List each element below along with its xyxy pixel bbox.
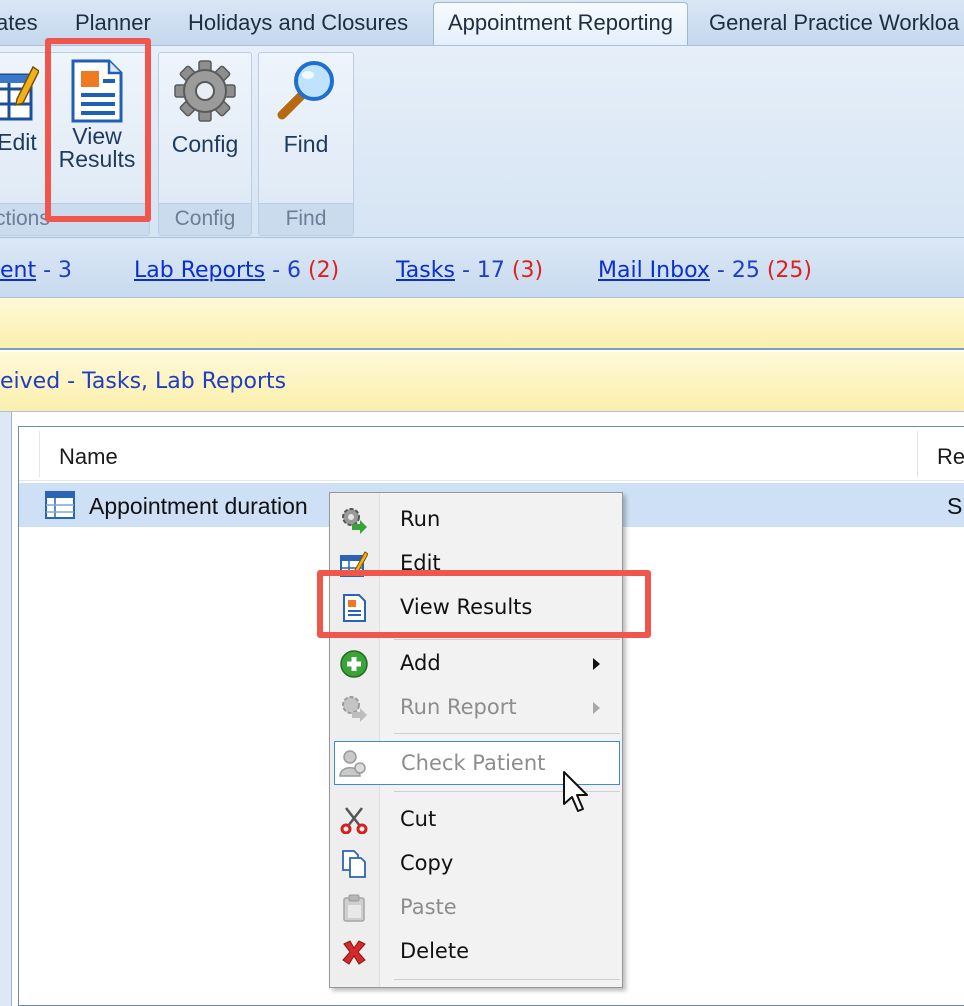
column-header-name[interactable]: Name [59, 427, 118, 481]
info-bar [0, 298, 964, 350]
quick-link-unread: (2) [308, 258, 340, 283]
edit-label: Edit [0, 129, 37, 155]
column-separator[interactable] [917, 431, 918, 477]
menu-item-label: Check Patient [401, 751, 546, 775]
notice-bar: eived - Tasks, Lab Reports [0, 352, 964, 412]
quick-links-bar: ent - 3 Lab Reports - 6 (2) Tasks - 17 (… [0, 238, 964, 298]
menu-separator [394, 733, 620, 734]
quick-link-count: - 25 [716, 258, 760, 283]
edit-icon [340, 551, 368, 577]
run-icon [342, 508, 367, 534]
menu-item-label: View Results [400, 595, 533, 619]
menu-item-view-results[interactable]: View Results [330, 587, 622, 627]
ribbon-group-find: Find Find [258, 52, 354, 236]
ribbon-group-config: Config Config [158, 52, 252, 236]
column-separator [39, 431, 40, 477]
check-patient-icon [339, 750, 366, 777]
quick-link-name[interactable]: Mail Inbox [598, 258, 710, 283]
tab-general-practice-workload[interactable]: General Practice Workloa [709, 0, 959, 45]
view-results-icon [343, 594, 366, 622]
menu-item-label: Run [400, 507, 441, 531]
quick-link-unread: (3) [511, 258, 544, 283]
tab-appointment-reporting[interactable]: Appointment Reporting [433, 2, 689, 45]
tab-planner[interactable]: Planner [75, 0, 151, 45]
magnifier-icon [277, 61, 334, 120]
quick-link-lab-reports[interactable]: Lab Reports - 6 (2) [134, 238, 339, 298]
column-header-second[interactable]: Re [937, 427, 964, 481]
menu-item-label: Copy [400, 851, 454, 875]
ribbon-group-label-find: Find [259, 203, 353, 235]
menu-item-label: Add [400, 651, 441, 675]
notice-text: eived - Tasks, Lab Reports [0, 369, 287, 394]
menu-item-delete[interactable]: Delete [330, 931, 622, 971]
menu-item-add[interactable]: Add [330, 643, 622, 683]
run-report-icon [342, 696, 367, 722]
quick-link-name[interactable]: Lab Reports [134, 258, 265, 283]
paste-icon [343, 894, 365, 922]
menu-item-label: Paste [400, 895, 457, 919]
quick-link-tasks[interactable]: Tasks - 17 (3) [396, 238, 543, 298]
view-results-button[interactable]: View Results [55, 59, 139, 171]
context-menu: Run Edit View Results Add Run Report Che… [329, 492, 623, 988]
menu-item-label: Edit [400, 551, 441, 575]
row-name: Appointment duration [89, 493, 308, 519]
submenu-arrow-icon [593, 658, 600, 670]
quick-link-mail-inbox[interactable]: Mail Inbox - 25 (25) [598, 238, 812, 298]
ribbon-group-actions: Edit View Results ctions [0, 52, 150, 236]
edit-icon [0, 65, 39, 121]
tab-holidays-and-closures[interactable]: Holidays and Closures [188, 0, 408, 45]
quick-link-unread: (25) [766, 258, 812, 283]
find-label: Find [283, 131, 329, 157]
ribbon-tab-bar: ates Planner Holidays and Closures Appoi… [0, 0, 964, 46]
quick-link-count: - 3 [43, 258, 73, 283]
menu-item-copy[interactable]: Copy [330, 843, 622, 883]
report-icon [45, 491, 75, 519]
navigation-pane [0, 412, 12, 1006]
menu-separator [394, 639, 620, 640]
menu-item-run[interactable]: Run [330, 499, 622, 539]
gear-icon [174, 60, 236, 122]
edit-button[interactable]: Edit [0, 59, 39, 154]
ribbon-group-label-actions: ctions [0, 203, 149, 235]
copy-icon [342, 850, 366, 878]
config-label: Config [171, 131, 239, 157]
view-results-label: View Results [58, 123, 136, 172]
submenu-arrow-icon [593, 702, 600, 714]
quick-link-name[interactable]: ent [0, 258, 36, 283]
config-button[interactable]: Config [159, 59, 251, 156]
scissors-icon [340, 807, 368, 834]
row-second-column: S [947, 493, 963, 519]
quick-link-name[interactable]: Tasks [396, 258, 455, 283]
list-header: Name Re [19, 427, 964, 481]
delete-icon [342, 940, 366, 965]
menu-item-edit[interactable]: Edit [330, 543, 622, 583]
tab-templates[interactable]: ates [0, 0, 38, 45]
ribbon: Edit View Results ctions Config Config F… [0, 46, 964, 238]
add-icon [340, 650, 368, 678]
ribbon-group-label-config: Config [159, 203, 251, 235]
quick-link-count: - 6 [272, 258, 302, 283]
quick-link-item[interactable]: ent - 3 [0, 238, 72, 298]
find-button[interactable]: Find [259, 59, 353, 156]
menu-item-run-report[interactable]: Run Report [330, 687, 622, 727]
menu-item-label: Run Report [400, 695, 517, 719]
menu-item-label: Cut [400, 807, 437, 831]
menu-separator [394, 979, 620, 980]
quick-link-count: - 17 [461, 258, 505, 283]
view-results-icon [71, 59, 123, 123]
menu-item-paste[interactable]: Paste [330, 887, 622, 927]
mouse-cursor-icon [563, 771, 588, 812]
menu-item-label: Delete [400, 939, 469, 963]
